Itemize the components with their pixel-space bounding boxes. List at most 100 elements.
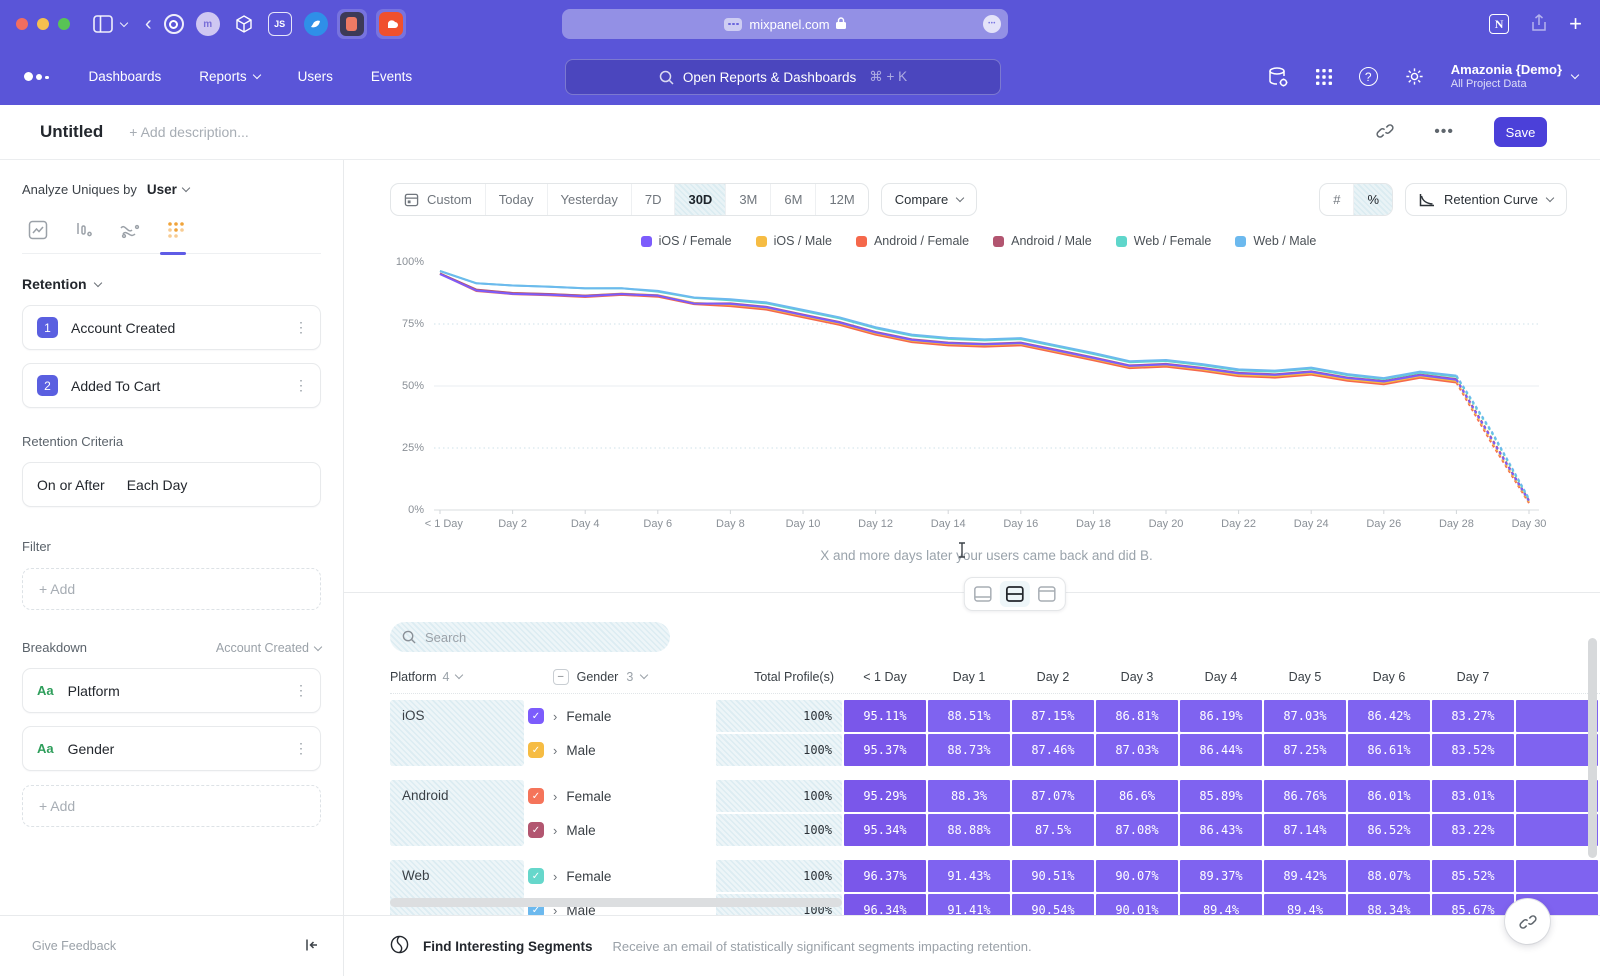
notion-extension-icon[interactable]: N bbox=[1489, 14, 1509, 34]
range-12m[interactable]: 12M bbox=[816, 184, 867, 215]
format-percent-toggle[interactable]: % bbox=[1354, 184, 1392, 215]
retention-value-cell[interactable]: 86.81% bbox=[1096, 700, 1178, 732]
series-checkbox[interactable]: ✓ bbox=[528, 822, 544, 838]
retention-value-cell[interactable]: 88.51% bbox=[928, 700, 1010, 732]
range-custom[interactable]: Custom bbox=[391, 184, 486, 215]
give-feedback-link[interactable]: Give Feedback bbox=[32, 939, 116, 953]
breakdown-property[interactable]: Platform bbox=[68, 683, 294, 699]
select-all-checkbox[interactable]: – bbox=[553, 669, 569, 685]
retention-value-cell[interactable]: 95.11% bbox=[844, 700, 926, 732]
range-3m[interactable]: 3M bbox=[726, 184, 771, 215]
expand-chevron-icon[interactable]: › bbox=[553, 709, 557, 724]
favicon-cube-icon[interactable] bbox=[232, 12, 256, 36]
retention-value-cell[interactable]: 83.52% bbox=[1432, 734, 1514, 766]
tab-insights[interactable] bbox=[26, 219, 50, 241]
legend-item[interactable]: Web / Female bbox=[1116, 234, 1212, 248]
apps-grid-icon[interactable] bbox=[1315, 68, 1333, 86]
step-event-name[interactable]: Added To Cart bbox=[71, 378, 294, 394]
favicon-target-icon[interactable] bbox=[164, 14, 184, 34]
range-yesterday[interactable]: Yesterday bbox=[548, 184, 632, 215]
expand-chevron-icon[interactable]: › bbox=[553, 823, 557, 838]
favicon-m-icon[interactable]: m bbox=[196, 12, 220, 36]
legend-item[interactable]: Android / Male bbox=[993, 234, 1092, 248]
browser-sidebar-icon[interactable] bbox=[93, 15, 113, 33]
more-options-icon[interactable]: ••• bbox=[1434, 123, 1454, 141]
expand-chevron-icon[interactable]: › bbox=[553, 869, 557, 884]
retention-value-cell[interactable]: 87.03% bbox=[1264, 700, 1346, 732]
format-number-toggle[interactable]: # bbox=[1320, 184, 1354, 215]
chevron-down-icon[interactable] bbox=[121, 23, 127, 26]
retention-value-cell[interactable]: 85.52% bbox=[1432, 860, 1514, 892]
layout-split-button[interactable] bbox=[1000, 581, 1030, 607]
retention-value-cell[interactable]: 85.89% bbox=[1180, 780, 1262, 812]
retention-criteria-card[interactable]: On or After Each Day bbox=[22, 462, 321, 507]
day-column-header[interactable]: < 1 Day bbox=[844, 670, 926, 684]
expand-chevron-icon[interactable]: › bbox=[553, 789, 557, 804]
retention-value-cell[interactable]: 88.73% bbox=[928, 734, 1010, 766]
kebab-menu-icon[interactable]: ⋮ bbox=[294, 377, 308, 394]
range-today[interactable]: Today bbox=[486, 184, 548, 215]
kebab-menu-icon[interactable]: ⋮ bbox=[294, 740, 308, 757]
series-checkbox[interactable]: ✓ bbox=[528, 742, 544, 758]
retention-value-cell[interactable]: 95.34% bbox=[844, 814, 926, 846]
retention-value-cell[interactable]: 86.61% bbox=[1348, 734, 1430, 766]
day-column-header[interactable]: Day 7 bbox=[1432, 670, 1514, 684]
expand-chevron-icon[interactable]: › bbox=[553, 743, 557, 758]
compare-button[interactable]: Compare bbox=[881, 183, 977, 216]
retention-value-cell[interactable]: 83.01% bbox=[1432, 780, 1514, 812]
retention-value-cell[interactable]: 86.52% bbox=[1348, 814, 1430, 846]
collapse-sidebar-icon[interactable] bbox=[305, 938, 319, 955]
chart-type-selector[interactable]: Retention Curve bbox=[1405, 183, 1567, 216]
step-card-1[interactable]: 1 Account Created ⋮ bbox=[22, 305, 321, 350]
retention-value-cell[interactable]: 88.88% bbox=[928, 814, 1010, 846]
legend-item[interactable]: iOS / Male bbox=[756, 234, 832, 248]
step-card-2[interactable]: 2 Added To Cart ⋮ bbox=[22, 363, 321, 408]
criteria-mode[interactable]: On or After bbox=[37, 477, 105, 493]
retention-value-cell[interactable]: 87.25% bbox=[1264, 734, 1346, 766]
url-bar[interactable]: mixpanel.com ••• bbox=[562, 9, 1008, 39]
series-checkbox[interactable]: ✓ bbox=[528, 788, 544, 804]
breakdown-scope-selector[interactable]: Account Created bbox=[216, 641, 321, 655]
tab-funnels[interactable] bbox=[72, 219, 96, 241]
report-title[interactable]: Untitled bbox=[40, 122, 103, 142]
retention-value-cell[interactable] bbox=[1516, 734, 1598, 766]
retention-value-cell[interactable]: 86.76% bbox=[1264, 780, 1346, 812]
save-button[interactable]: Save bbox=[1494, 117, 1547, 147]
retention-value-cell[interactable]: 87.08% bbox=[1096, 814, 1178, 846]
retention-value-cell[interactable] bbox=[1516, 780, 1598, 812]
legend-item[interactable]: iOS / Female bbox=[641, 234, 732, 248]
zoom-window-button[interactable] bbox=[58, 18, 70, 30]
tab-flows[interactable] bbox=[118, 219, 142, 241]
retention-value-cell[interactable]: 88.3% bbox=[928, 780, 1010, 812]
favicon-soundcloud-tab[interactable] bbox=[376, 9, 406, 39]
criteria-interval[interactable]: Each Day bbox=[127, 477, 188, 493]
day-column-header[interactable]: Day 1 bbox=[928, 670, 1010, 684]
retention-value-cell[interactable]: 87.15% bbox=[1012, 700, 1094, 732]
mixpanel-logo[interactable] bbox=[24, 72, 49, 81]
favicon-bird-icon[interactable] bbox=[304, 12, 328, 36]
retention-value-cell[interactable]: 86.6% bbox=[1096, 780, 1178, 812]
nav-users[interactable]: Users bbox=[298, 69, 333, 84]
retention-value-cell[interactable] bbox=[1516, 814, 1598, 846]
retention-value-cell[interactable]: 86.43% bbox=[1180, 814, 1262, 846]
table-search-input[interactable]: Search bbox=[390, 622, 670, 652]
layout-table-only-button[interactable] bbox=[1032, 581, 1062, 607]
retention-value-cell[interactable]: 95.29% bbox=[844, 780, 926, 812]
step-event-name[interactable]: Account Created bbox=[71, 320, 294, 336]
nav-reports[interactable]: Reports bbox=[199, 69, 259, 84]
retention-value-cell[interactable]: 86.44% bbox=[1180, 734, 1262, 766]
day-column-header[interactable]: Day 4 bbox=[1180, 670, 1262, 684]
legend-item[interactable]: Web / Male bbox=[1235, 234, 1316, 248]
global-search[interactable]: Open Reports & Dashboards ⌘ + K bbox=[565, 59, 1001, 95]
retention-value-cell[interactable]: 95.37% bbox=[844, 734, 926, 766]
kebab-menu-icon[interactable]: ⋮ bbox=[294, 682, 308, 699]
new-tab-icon[interactable]: + bbox=[1569, 11, 1582, 37]
legend-item[interactable]: Android / Female bbox=[856, 234, 969, 248]
retention-value-cell[interactable]: 96.37% bbox=[844, 860, 926, 892]
retention-section-header[interactable]: Retention bbox=[22, 276, 321, 292]
layout-chart-only-button[interactable] bbox=[968, 581, 998, 607]
day-column-header[interactable]: Day 5 bbox=[1264, 670, 1346, 684]
retention-value-cell[interactable]: 83.27% bbox=[1432, 700, 1514, 732]
retention-value-cell[interactable]: 87.46% bbox=[1012, 734, 1094, 766]
range-30d[interactable]: 30D bbox=[675, 184, 726, 215]
